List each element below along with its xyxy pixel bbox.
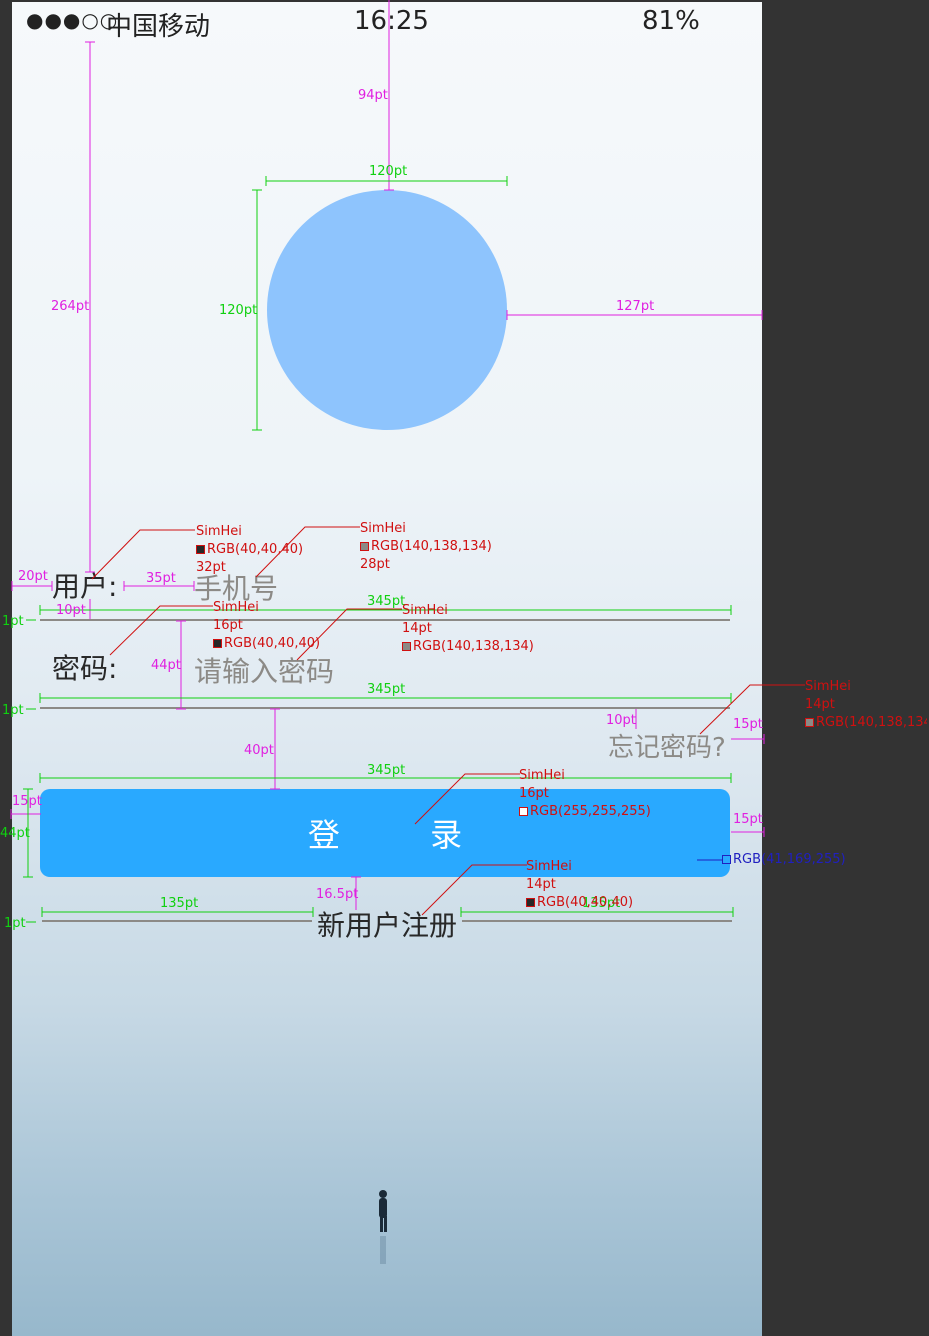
dim-label: 16.5pt [316,887,359,902]
spec-font: SimHei [213,600,259,615]
spec-size: 14pt [805,697,835,712]
spec-size: 14pt [526,877,556,892]
spec-font: SimHei [519,768,565,783]
spec-size: 28pt [360,557,390,572]
spec-font: SimHei [526,859,572,874]
dim-label: 345pt [367,682,406,697]
spec-size: 14pt [402,621,432,636]
dim-label: 20pt [18,569,48,584]
spec-color: RGB(41,169,255) [722,852,846,867]
spec-size: 32pt [196,560,226,575]
spec-font: SimHei [196,524,242,539]
dim-label: 15pt [733,717,763,732]
dim-label: 94pt [358,88,388,103]
dim-label: 15pt [12,794,42,809]
spec-color: RGB(40,40,40) [196,542,303,557]
dim-label: 1pt [2,614,24,629]
dim-label: 1pt [4,916,26,931]
dim-label: 120pt [369,164,408,179]
annotation-lines [10,0,805,923]
spec-color: RGB(40,40,40) [213,636,320,651]
dim-label: 40pt [244,743,274,758]
spec-color: RGB(140,138,134) [805,715,927,730]
dim-label: 135pt [160,896,199,911]
spec-font: SimHei [360,521,406,536]
spec-color: RGB(140,138,134) [360,539,492,554]
dim-label: 35pt [146,571,176,586]
dim-label: 127pt [616,299,655,314]
dim-label: 44pt [151,658,181,673]
dim-label: 44pt [0,826,30,841]
spec-font: SimHei [805,679,851,694]
spec-color: RGB(40,40,40) [526,895,633,910]
spec-color: RGB(255,255,255) [519,804,651,819]
dim-label: 1pt [2,703,24,718]
dim-label: 120pt [219,303,258,318]
dim-label: 345pt [367,763,406,778]
dim-label: 10pt [56,603,86,618]
dim-label: 264pt [51,299,90,314]
spec-size: 16pt [213,618,243,633]
dim-label: 10pt [606,713,636,728]
spec-font: SimHei [402,603,448,618]
spec-size: 16pt [519,786,549,801]
dim-label: 345pt [367,594,406,609]
dim-label: 15pt [733,812,763,827]
spec-color: RGB(140,138,134) [402,639,534,654]
